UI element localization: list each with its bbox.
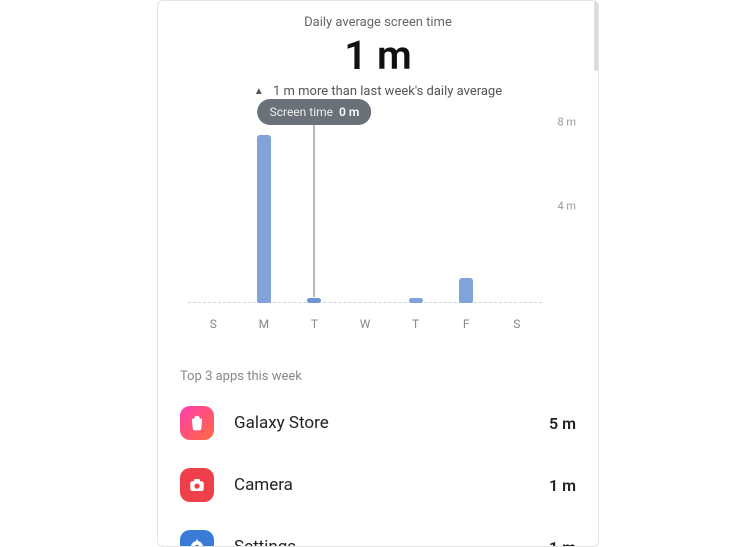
app-name: Settings	[234, 537, 549, 547]
app-time: 1 m	[549, 476, 576, 495]
store-icon	[180, 406, 214, 440]
screen-time-chart[interactable]: 4 m8 m SMTWTFS Screen time0 m	[178, 135, 578, 335]
chart-x-label: S	[188, 317, 239, 331]
chart-bar-slot[interactable]	[188, 135, 239, 303]
chart-bar[interactable]	[409, 298, 423, 303]
chart-bar-slot[interactable]	[390, 135, 441, 303]
camera-icon	[180, 468, 214, 502]
app-row[interactable]: Camera1 m	[158, 454, 598, 516]
app-row[interactable]: Galaxy Store5 m	[158, 392, 598, 454]
triangle-up-icon: ▲	[254, 86, 264, 97]
top-apps-list: Galaxy Store5 mCamera1 mSettings1 m	[158, 392, 598, 547]
chart-bar-slot[interactable]	[340, 135, 391, 303]
app-name: Galaxy Store	[234, 413, 549, 433]
chart-tooltip: Screen time 0 m	[258, 99, 372, 125]
chart-x-label: S	[491, 317, 542, 331]
settings-icon	[180, 530, 214, 547]
chart-ytick: 4 m	[557, 200, 576, 213]
chart-bar-slot[interactable]	[441, 135, 492, 303]
tooltip-label: Screen time	[270, 105, 333, 119]
chart-bar[interactable]	[307, 298, 321, 303]
app-time: 5 m	[549, 414, 576, 433]
screen-time-card: Daily average screen time 1 m ▲ 1 m more…	[157, 0, 599, 547]
chart-bar[interactable]	[459, 278, 473, 303]
chart-x-label: F	[441, 317, 492, 331]
chart-x-label: W	[340, 317, 391, 331]
chart-ytick: 8 m	[557, 116, 576, 129]
delta-row: ▲ 1 m more than last week's daily averag…	[158, 84, 598, 99]
tooltip-value: 0 m	[339, 105, 359, 119]
chart-x-labels: SMTWTFS	[188, 317, 542, 331]
scroll-handle[interactable]	[594, 1, 598, 71]
chart-bar-slot[interactable]	[289, 135, 340, 303]
daily-average-value: 1 m	[158, 34, 598, 78]
header-title: Daily average screen time	[158, 15, 598, 30]
chart-bar-slot[interactable]	[491, 135, 542, 303]
chart-bars	[188, 135, 542, 303]
chart-x-label: M	[239, 317, 290, 331]
chart-bar-slot[interactable]	[239, 135, 290, 303]
chart-plot: 4 m8 m	[188, 135, 542, 303]
chart-bar[interactable]	[257, 135, 271, 303]
app-time: 1 m	[549, 538, 576, 547]
app-name: Camera	[234, 475, 549, 495]
app-row[interactable]: Settings1 m	[158, 516, 598, 547]
chart-x-label: T	[390, 317, 441, 331]
top-apps-label: Top 3 apps this week	[180, 369, 576, 384]
chart-x-label: T	[289, 317, 340, 331]
delta-text: 1 m more than last week's daily average	[273, 84, 502, 99]
